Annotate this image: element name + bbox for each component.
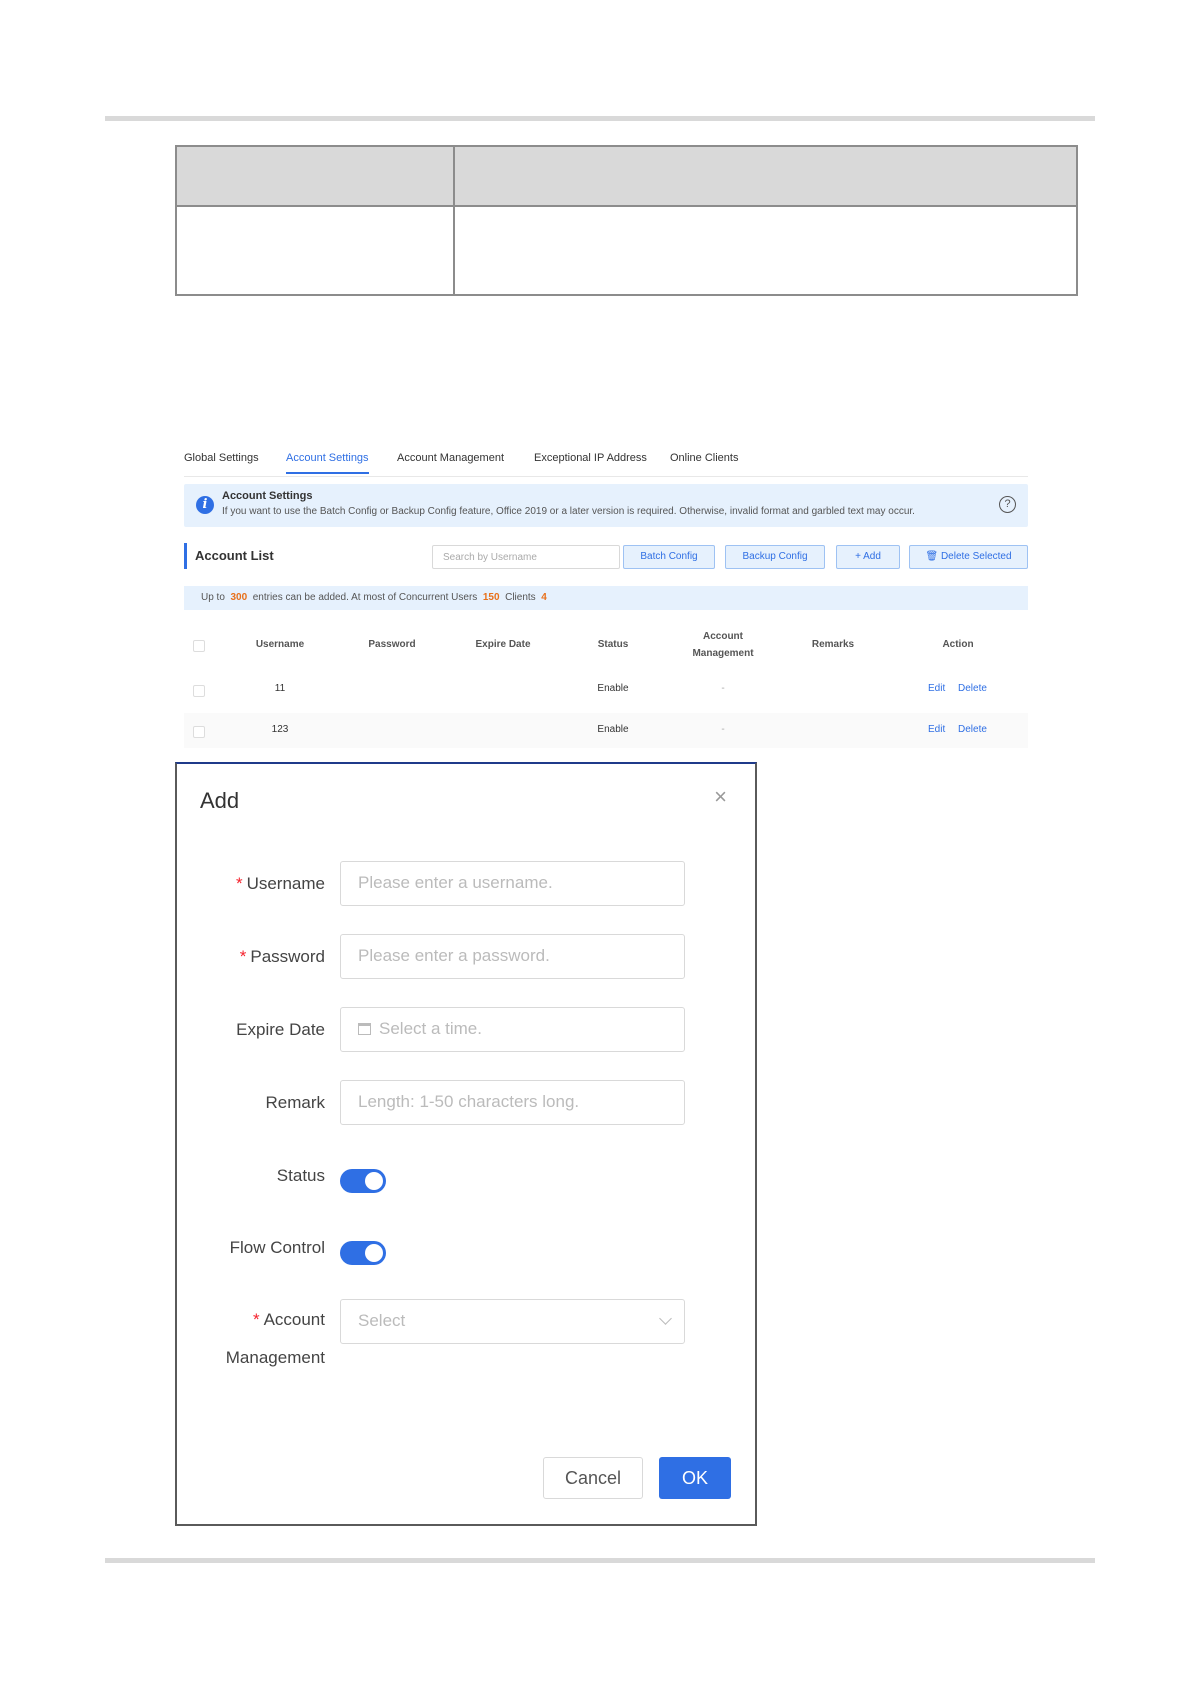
cell-account-management: - [721,724,725,735]
tab-bar: Global Settings Account Settings Account… [184,450,1028,477]
password-label: * Password [240,947,325,967]
limit-middle: entries can be added. At most of Concurr… [252,592,478,603]
delete-link[interactable]: Delete [958,683,987,694]
expire-date-picker[interactable]: Select a time. [340,1007,685,1052]
clients-label: Clients [505,592,536,603]
cell-status: Enable [597,683,629,694]
calendar-icon [358,1023,371,1035]
delete-link[interactable]: Delete [958,724,987,735]
table-header-cell [453,145,1078,207]
account-list-title: Account List [184,543,274,569]
tab-account-management[interactable]: Account Management [397,452,504,464]
table-cell [175,205,455,296]
select-all-checkbox[interactable] [193,640,205,652]
username-label: * Username [236,874,325,894]
delete-selected-label: Delete Selected [940,551,1012,562]
row-checkbox[interactable] [193,685,205,697]
footer-rule [105,1558,1095,1563]
remark-input[interactable]: Length: 1-50 characters long. [340,1080,685,1125]
th-account-management-2: Management [692,648,754,659]
cancel-button[interactable]: Cancel [543,1457,643,1499]
toggle-knob [365,1172,383,1190]
username-label-text: Username [246,874,325,893]
password-input[interactable]: Please enter a password. [340,934,685,979]
cell-username: 11 [274,683,286,694]
info-text: If you want to use the Batch Config or B… [222,506,915,517]
account-management-select[interactable]: Select [340,1299,685,1344]
add-button[interactable]: + Add [836,545,900,569]
remark-label: Remark [265,1093,325,1112]
backup-config-button[interactable]: Backup Config [725,545,825,569]
expire-date-placeholder: Select a time. [379,1019,482,1038]
row-checkbox[interactable] [193,726,205,738]
edit-link[interactable]: Edit [928,683,945,694]
th-remarks: Remarks [811,639,855,650]
th-username: Username [255,639,305,650]
cell-username: 123 [271,724,289,735]
required-mark: * [235,874,243,893]
delete-selected-button[interactable]: 🗑 Delete Selected [909,545,1028,569]
batch-config-button[interactable]: Batch Config [623,545,715,569]
chevron-down-icon [659,1312,672,1325]
info-icon: i [196,496,214,514]
account-management-label: * Account [253,1310,325,1330]
flow-control-toggle[interactable] [340,1241,386,1265]
add-account-dialog: Add × * Username Please enter a username.… [175,762,757,1526]
limit-notice: Up to 300 entries can be added. At most … [184,586,1028,610]
expire-date-label: Expire Date [236,1020,325,1039]
th-status: Status [597,639,629,650]
th-expire-date: Expire Date [475,639,531,650]
th-password: Password [368,639,416,650]
cell-account-management: - [721,683,725,694]
th-action: Action [942,639,974,650]
info-banner: i Account Settings If you want to use th… [184,484,1028,527]
ok-button[interactable]: OK [659,1457,731,1499]
document-table [175,145,1078,296]
header-rule [105,116,1095,121]
cell-status: Enable [597,724,629,735]
password-label-text: Password [250,947,325,966]
tab-account-settings[interactable]: Account Settings [286,452,369,474]
close-icon[interactable]: × [714,786,727,808]
toggle-knob [365,1244,383,1262]
account-management-label-2: Management [225,1348,325,1367]
select-placeholder: Select [358,1311,406,1330]
required-mark: * [252,1310,260,1329]
th-account-management-1: Account [703,631,743,642]
tab-global-settings[interactable]: Global Settings [184,452,259,464]
status-label: Status [276,1166,325,1185]
limit-prefix: Up to [201,592,225,603]
table-header-cell [175,145,455,207]
info-title: Account Settings [222,490,313,502]
tab-online-clients[interactable]: Online Clients [670,452,738,464]
flow-control-label: Flow Control [229,1238,325,1257]
account-label-text: Account [263,1310,325,1329]
help-icon[interactable]: ? [999,496,1016,513]
dialog-title: Add [200,788,240,813]
username-input[interactable]: Please enter a username. [340,861,685,906]
trash-icon: 🗑 [925,551,941,562]
max-entries: 300 [230,592,248,603]
required-mark: * [239,947,247,966]
search-input[interactable]: Search by Username [432,545,620,569]
clients-count: 4 [541,592,547,603]
max-users: 150 [482,592,500,603]
edit-link[interactable]: Edit [928,724,945,735]
status-toggle[interactable] [340,1169,386,1193]
tab-exceptional-ip-address[interactable]: Exceptional IP Address [534,452,647,464]
table-cell [453,205,1078,296]
